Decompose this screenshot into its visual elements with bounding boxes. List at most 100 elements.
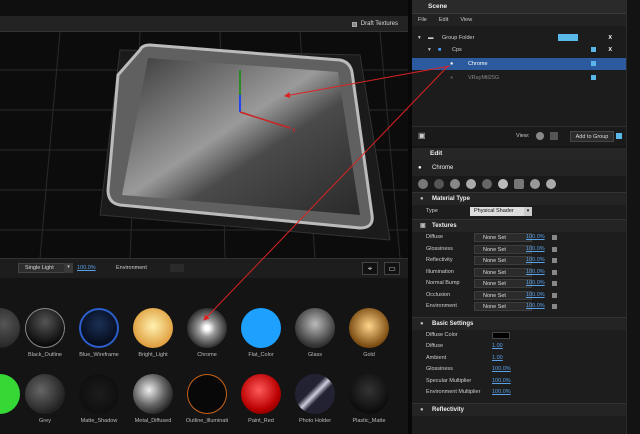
material-type-row: Type Physical Shader ▾ <box>412 205 626 219</box>
monitor-icon[interactable]: ▭ <box>384 262 400 275</box>
basic-row: Glossiness 100.0% <box>426 366 511 372</box>
light-bulb-icon[interactable] <box>498 179 508 189</box>
delete-icon[interactable]: X <box>608 44 612 56</box>
collapse-icon[interactable]: ▾ <box>418 32 421 44</box>
view-square-icon[interactable] <box>550 132 558 140</box>
diffuse-color-swatch[interactable] <box>492 331 510 339</box>
environment-swatch[interactable] <box>170 264 184 272</box>
material-item[interactable]: Blue_Wireframe <box>72 308 126 358</box>
tree-item-cps[interactable]: ▾ ■ Cps X <box>412 44 626 56</box>
material-item[interactable]: Flat_Color <box>234 308 288 358</box>
viewport-bottom-bar: Single Light ▾ 100.0% Environment ⌖ ▭ <box>0 258 408 278</box>
basic-row: Diffuse 1.00 <box>426 343 503 349</box>
material-shadow-icon[interactable] <box>482 179 492 189</box>
material-flat-icon[interactable] <box>434 179 444 189</box>
material-toolbar <box>412 176 626 192</box>
texture-toggle[interactable] <box>552 281 557 286</box>
material-item[interactable]: Outline_Illuminati <box>180 374 234 424</box>
texture-row: Glossiness None Set 100.0% <box>412 244 626 256</box>
texture-toggle[interactable] <box>552 304 557 309</box>
visibility-icon[interactable] <box>591 61 596 66</box>
basic-row: Ambient 1.00 <box>426 354 503 361</box>
section-basic-settings[interactable]: ● Basic Settings <box>412 316 626 330</box>
tree-item-vraymtl[interactable]: ● VRayMtl25G <box>412 72 626 84</box>
material-item[interactable]: Chrome <box>180 308 234 358</box>
basic-row: Environment Multiplier 100.0% <box>426 389 511 395</box>
texture-slot[interactable]: None Set <box>474 256 532 265</box>
material-item[interactable]: Matte_Shadow <box>72 374 126 424</box>
texture-slot[interactable]: None Set <box>474 279 532 288</box>
material-item[interactable]: Glass <box>288 308 342 358</box>
viewport[interactable]: Draft Textures x Single Light ▾ 100.0% E… <box>0 0 408 278</box>
textures-list: Diffuse None Set 100.0% Glossiness None Set… <box>412 232 626 313</box>
menu-edit[interactable]: Edit <box>439 17 448 23</box>
material-ball <box>0 308 20 348</box>
texture-slot[interactable]: None Set <box>474 233 532 242</box>
edit-panel: Edit ● Chrome ● Material Type Type Physi… <box>412 148 626 434</box>
view-label: View: <box>516 133 530 139</box>
gear-icon[interactable] <box>546 179 556 189</box>
globe-icon[interactable] <box>530 179 540 189</box>
visibility-icon[interactable] <box>591 47 596 52</box>
texture-slot[interactable]: None Set <box>474 290 532 300</box>
delete-icon[interactable]: X <box>608 32 612 44</box>
material-type-select[interactable]: Physical Shader <box>470 207 524 216</box>
section-material-type[interactable]: ● Material Type <box>412 192 626 205</box>
collapse-icon[interactable]: ▾ <box>428 44 431 56</box>
material-ball <box>295 374 335 414</box>
material-ball <box>187 374 227 414</box>
visibility-icon[interactable] <box>591 75 596 80</box>
right-scroll-strip[interactable] <box>626 0 640 434</box>
material-item[interactable]: Grey <box>18 374 72 424</box>
texture-toggle[interactable] <box>552 235 557 240</box>
chevron-down-icon[interactable]: ▾ <box>524 207 532 216</box>
material-name: Chrome <box>432 165 454 171</box>
section-textures[interactable]: ▣ Textures <box>412 219 626 232</box>
material-ball <box>133 308 173 348</box>
scene-title: Scene <box>412 0 626 14</box>
texture-toggle[interactable] <box>552 258 557 263</box>
view-sphere-icon[interactable] <box>536 132 544 140</box>
material-item[interactable]: Black_Outline <box>18 308 72 358</box>
reflect-icon: ● <box>420 406 424 413</box>
material-sphere-icon: ● <box>450 61 454 67</box>
texture-row: Diffuse None Set 100.0% <box>412 232 626 244</box>
environment-label: Environment <box>116 265 147 271</box>
add-to-group-button[interactable]: Add to Group <box>570 131 614 142</box>
material-item[interactable]: Metal_Diffused <box>126 374 180 424</box>
material-ball <box>187 308 227 348</box>
camera-icon[interactable]: ▣ <box>418 131 426 140</box>
add-group-toggle[interactable] <box>616 133 622 139</box>
menu-file[interactable]: File <box>418 17 427 23</box>
material-ball <box>0 374 20 414</box>
section-reflectivity[interactable]: ● Reflectivity <box>412 402 626 416</box>
texture-toggle[interactable] <box>552 246 557 252</box>
material-sphere-icon: ● <box>450 75 454 81</box>
texture-row: Environment None Set 100.0% <box>412 301 626 313</box>
target-icon[interactable]: ⌖ <box>362 262 378 275</box>
material-item[interactable]: Bright_Light <box>126 308 180 358</box>
menu-view[interactable]: View <box>460 17 472 23</box>
material-item[interactable]: Gold <box>342 308 396 358</box>
scene-panel: Scene File Edit View ▾ ▬ Group Folder X … <box>412 0 626 146</box>
tree-item-group-folder[interactable]: ▾ ▬ Group Folder X <box>412 32 626 44</box>
material-info-icon[interactable] <box>466 179 476 189</box>
material-sphere-tool-icon[interactable] <box>450 179 460 189</box>
texture-row: Reflectivity None Set 100.0% <box>412 255 626 267</box>
texture-toggle[interactable] <box>552 269 557 275</box>
texture-slot[interactable]: None Set <box>474 302 532 311</box>
grid-icon[interactable] <box>514 179 524 189</box>
texture-toggle[interactable] <box>552 292 557 298</box>
material-item[interactable]: Plastic_Matte <box>342 374 396 424</box>
material-ball <box>241 308 281 348</box>
material-item[interactable]: Paint_Red <box>234 374 288 424</box>
light-dropdown-icon[interactable]: ▾ <box>64 263 73 273</box>
texture-slot[interactable]: None Set <box>474 244 532 254</box>
material-ball <box>25 374 65 414</box>
material-item[interactable]: Photo Holder <box>288 374 342 424</box>
texture-slot[interactable]: None Set <box>474 267 532 277</box>
material-preview-icon[interactable] <box>418 179 428 189</box>
tree-item-chrome[interactable]: ● Chrome <box>412 58 626 70</box>
material-ball <box>295 308 335 348</box>
light-percent[interactable]: 100.0% <box>77 265 96 271</box>
